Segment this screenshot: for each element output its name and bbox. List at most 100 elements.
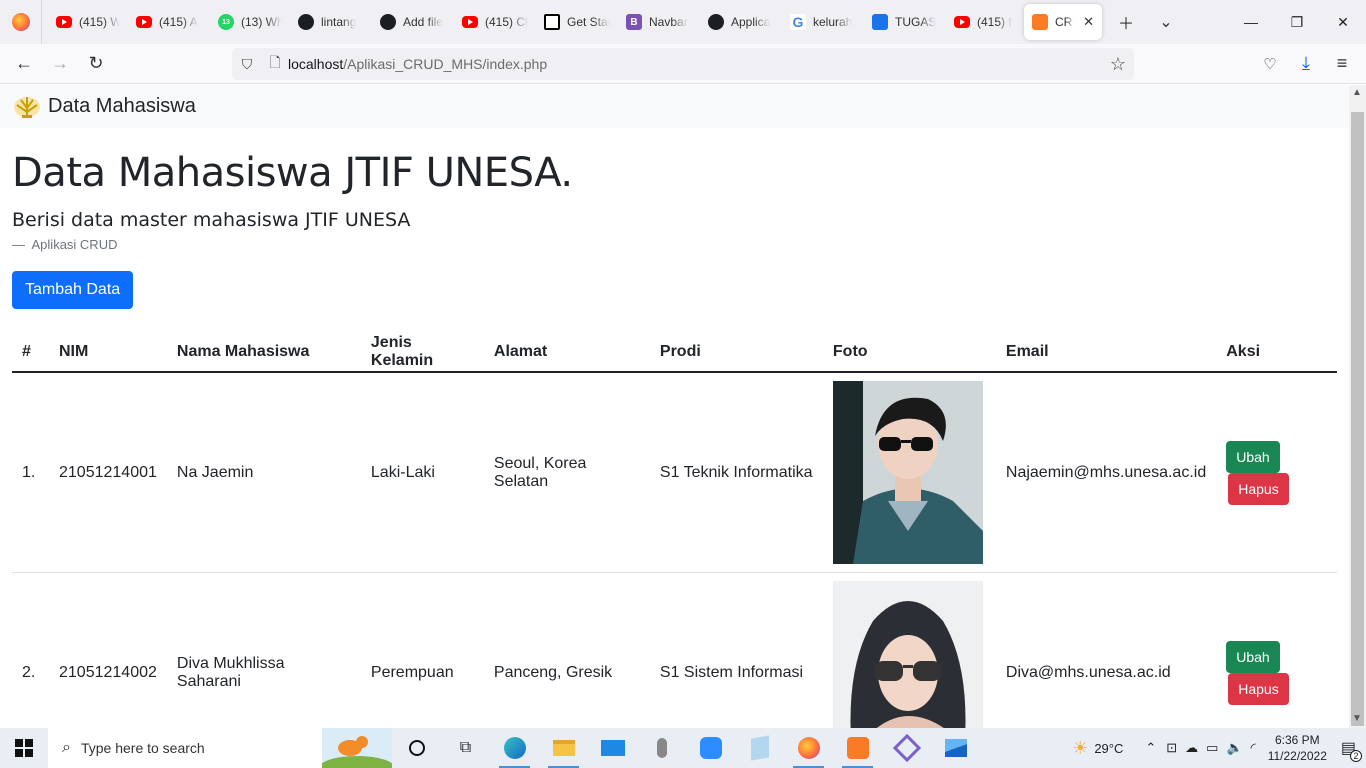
search-placeholder: Type here to search [80, 740, 205, 756]
page-navbar: Data Mahasiswa [0, 85, 1349, 128]
whatsapp-icon: 13 [218, 14, 234, 30]
notification-center-icon[interactable]: ▤ 2 [1341, 738, 1362, 762]
url-path: /Aplikasi_CRUD_MHS/index.php [343, 56, 548, 72]
browser-tab[interactable]: Add file [372, 0, 454, 44]
reload-icon[interactable]: ↻ [78, 46, 114, 82]
youtube-icon [136, 16, 152, 28]
student-photo [832, 581, 983, 728]
delete-button[interactable]: Hapus [1228, 472, 1289, 505]
minimize-window-icon[interactable]: — [1228, 0, 1274, 44]
edit-button[interactable]: Ubah [1226, 440, 1280, 473]
onedrive-cloud-icon[interactable]: ☁ [1185, 740, 1198, 756]
download-icon[interactable]: ⤓ [1288, 46, 1324, 82]
restore-window-icon[interactable]: ❐ [1274, 0, 1320, 44]
browser-tab[interactable]: (415) Cl [454, 0, 536, 44]
system-tray: ☀ 29°C ⌃ ⊡ ☁ ▭ 🔈 ◜ 6:36 PM 11/22/2022 ▤ 2 [1072, 732, 1366, 764]
student-photo [832, 381, 983, 564]
notepad-icon[interactable] [735, 728, 784, 768]
cell-nim: 21051214001 [49, 372, 167, 573]
edit-button[interactable]: Ubah [1226, 640, 1280, 673]
browser-tab[interactable]: lintang [290, 0, 372, 44]
search-icon: ⌕ [62, 739, 71, 756]
column-header: # [12, 333, 49, 373]
github-icon [708, 14, 724, 30]
column-header: Nama Mahasiswa [166, 333, 361, 373]
cell-email: Diva@mhs.unesa.ac.id [995, 572, 1217, 728]
browser-tab[interactable]: (415) fe [946, 0, 1020, 44]
cell-aksi: UbahHapus [1216, 372, 1337, 573]
edge-icon[interactable] [490, 728, 539, 768]
clock[interactable]: 6:36 PM 11/22/2022 [1268, 732, 1327, 764]
page-icon: 🗋 [269, 54, 281, 70]
scroll-down-icon[interactable]: ▼ [1352, 713, 1362, 724]
cell-foto [822, 572, 996, 728]
table-header-row: # NIM Nama Mahasiswa Jenis Kelamin Alama… [12, 333, 1337, 373]
youtube-icon [56, 16, 72, 28]
voice-recorder-icon[interactable] [637, 728, 686, 768]
zoom-icon[interactable] [686, 728, 735, 768]
project-icon [544, 14, 560, 30]
back-arrow-icon[interactable]: ← [6, 46, 42, 82]
weather-temperature[interactable]: 29°C [1094, 741, 1123, 756]
column-header: Foto [822, 333, 996, 373]
clock-time: 6:36 PM [1274, 733, 1320, 747]
weather-icon[interactable]: ☀ [1072, 738, 1088, 759]
chevron-up-icon[interactable]: ⌃ [1145, 740, 1156, 756]
table-row: 1. 21051214001 Na Jaemin Laki-Laki Seoul… [12, 372, 1337, 573]
firefox-taskbar-icon[interactable] [784, 728, 833, 768]
browser-tab-active[interactable]: CRUD✕ [1024, 4, 1102, 40]
battery-icon[interactable]: ▭ [1206, 740, 1218, 756]
pocket-icon[interactable]: ♡ [1252, 46, 1288, 82]
photos-icon[interactable] [931, 728, 980, 768]
cell-nama: Diva Mukhlissa Saharani [166, 572, 361, 728]
scroll-up-icon[interactable]: ▲ [1352, 87, 1362, 98]
cell-jenis-kelamin: Laki-Laki [360, 372, 484, 573]
wifi-icon[interactable]: ◜ [1251, 740, 1256, 756]
volume-icon[interactable]: 🔈 [1226, 740, 1242, 756]
mail-icon[interactable] [588, 728, 637, 768]
file-explorer-icon[interactable] [539, 728, 588, 768]
address-bar[interactable]: ⛉ 🗋 localhost/Aplikasi_CRUD_MHS/index.ph… [232, 48, 1134, 80]
youtube-icon [462, 16, 478, 28]
cortana-icon[interactable] [392, 728, 441, 768]
notification-count-badge: 2 [1350, 750, 1362, 762]
tab-list-chevron-icon[interactable]: ⌄ [1146, 0, 1186, 44]
table-row: 2. 21051214002 Diva Mukhlissa Saharani P… [12, 572, 1337, 728]
xampp-taskbar-icon[interactable] [833, 728, 882, 768]
close-window-icon[interactable]: ✕ [1320, 0, 1366, 44]
app-cube-icon[interactable] [882, 728, 931, 768]
bookmark-star-icon[interactable]: ☆ [1110, 54, 1126, 75]
page-subtitle: Berisi data master mahasiswa JTIF UNESA [12, 209, 411, 231]
page-scrollbar[interactable]: ▲ ▼ [1349, 85, 1366, 728]
meet-now-icon[interactable]: ⊡ [1166, 740, 1177, 756]
browser-tab[interactable]: (415) A [128, 0, 210, 44]
browser-tab[interactable]: Get Star [536, 0, 618, 44]
new-tab-plus-icon[interactable]: ＋ [1106, 0, 1146, 44]
browser-tab[interactable]: 13 (13) Wh [210, 0, 290, 44]
browser-tab-strip: (415) W (415) A 13 (13) Wh lintang Add fi… [0, 0, 1366, 44]
browser-tab[interactable]: TUGAS [864, 0, 946, 44]
browser-tab[interactable]: (415) W [48, 0, 128, 44]
google-icon: G [790, 14, 806, 30]
scrollbar-thumb[interactable] [1351, 112, 1364, 726]
browser-tab[interactable]: Gkelurah [782, 0, 864, 44]
bootstrap-icon: B [626, 14, 642, 30]
column-header: Prodi [649, 333, 823, 373]
shield-icon[interactable]: ⛉ [232, 56, 262, 73]
clock-date: 11/22/2022 [1267, 749, 1327, 763]
windows-start-button[interactable] [0, 728, 48, 768]
hamburger-menu-icon[interactable]: ≡ [1324, 46, 1360, 82]
browser-tab[interactable]: Applica [700, 0, 782, 44]
navbar-brand[interactable]: Data Mahasiswa [48, 95, 196, 118]
taskbar-search-box[interactable]: ⌕ Type here to search [48, 728, 392, 768]
forward-arrow-icon[interactable]: → [42, 46, 78, 82]
cell-nim: 21051214002 [49, 572, 167, 728]
search-highlight-illustration [322, 728, 392, 768]
page-viewport: Data Mahasiswa Data Mahasiswa JTIF UNESA… [0, 85, 1349, 728]
browser-tab[interactable]: B Navbar [618, 0, 700, 44]
task-view-icon[interactable]: ⧉ [441, 728, 490, 768]
add-data-button[interactable]: Tambah Data [12, 271, 134, 309]
close-tab-icon[interactable]: ✕ [1083, 14, 1094, 30]
delete-button[interactable]: Hapus [1228, 672, 1289, 705]
firefox-menu-button[interactable] [0, 0, 42, 44]
